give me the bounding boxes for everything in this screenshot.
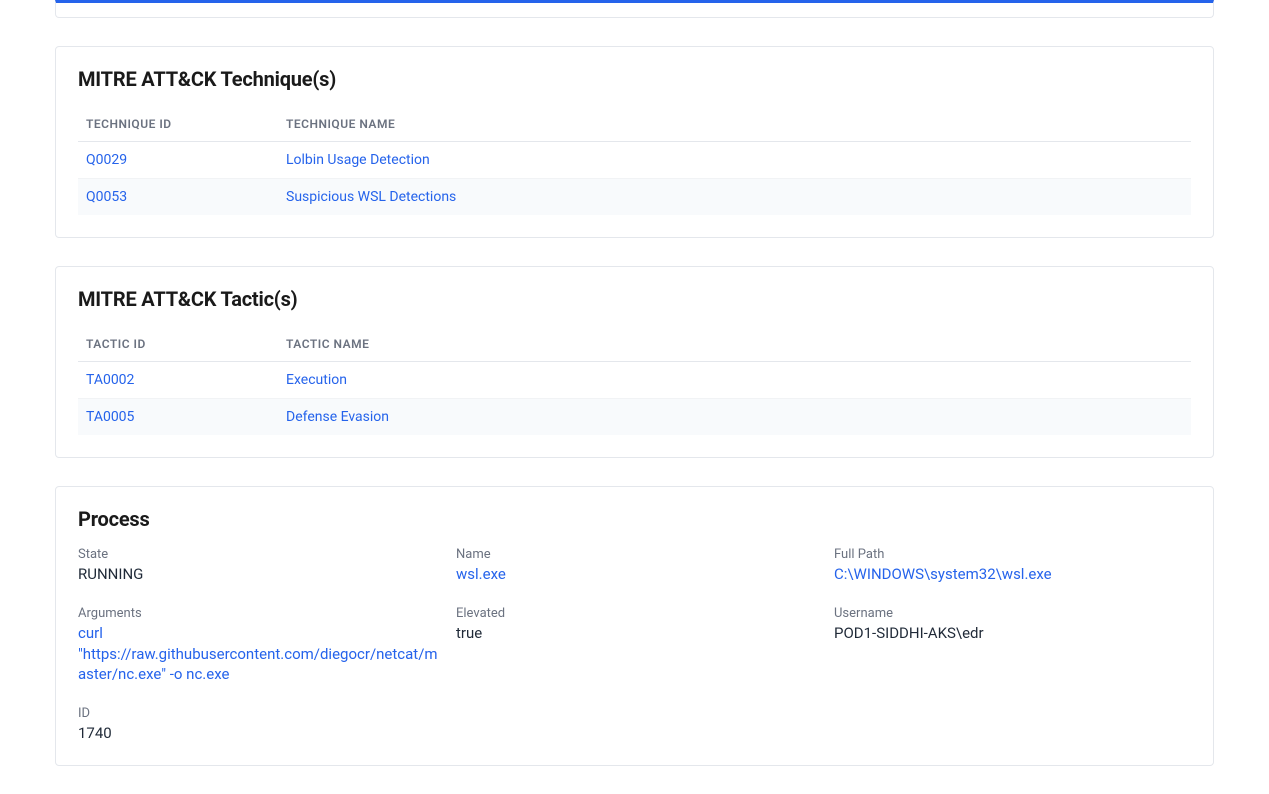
process-state-value: RUNNING [78,564,438,584]
process-fullpath-field: Full Path C:\WINDOWS\system32\wsl.exe [834,547,1191,584]
tactics-col-name: TACTIC NAME [278,327,1191,362]
process-name-field: Name wsl.exe [456,547,816,584]
technique-name-link[interactable]: Suspicious WSL Detections [286,189,456,205]
table-row: Q0053 Suspicious WSL Detections [78,179,1191,216]
techniques-card: MITRE ATT&CK Technique(s) TECHNIQUE ID T… [55,46,1214,238]
process-id-value: 1740 [78,723,438,743]
table-row: TA0002 Execution [78,362,1191,399]
tactic-id-link[interactable]: TA0005 [86,409,134,425]
process-title: Process [78,507,1191,531]
techniques-col-id: TECHNIQUE ID [78,107,278,142]
technique-name-link[interactable]: Lolbin Usage Detection [286,152,430,168]
process-username-value: POD1-SIDDHI-AKS\edr [834,623,1191,643]
tactics-card: MITRE ATT&CK Tactic(s) TACTIC ID TACTIC … [55,266,1214,458]
table-row: Q0029 Lolbin Usage Detection [78,142,1191,179]
technique-id-link[interactable]: Q0053 [86,189,127,205]
process-arguments-value[interactable]: curl "https://raw.githubusercontent.com/… [78,623,438,684]
process-elevated-label: Elevated [456,606,816,621]
process-name-value[interactable]: wsl.exe [456,564,816,584]
tactics-table: TACTIC ID TACTIC NAME TA0002 Execution T… [78,327,1191,435]
process-elevated-value: true [456,623,816,643]
process-id-label: ID [78,706,438,721]
process-username-label: Username [834,606,1191,621]
techniques-table: TECHNIQUE ID TECHNIQUE NAME Q0029 Lolbin… [78,107,1191,215]
process-fullpath-label: Full Path [834,547,1191,562]
tactics-title: MITRE ATT&CK Tactic(s) [78,287,1191,311]
process-arguments-label: Arguments [78,606,438,621]
top-card-sliver [55,0,1214,18]
techniques-title: MITRE ATT&CK Technique(s) [78,67,1191,91]
process-state-label: State [78,547,438,562]
technique-id-link[interactable]: Q0029 [86,152,127,168]
process-name-label: Name [456,547,816,562]
tactic-name-link[interactable]: Defense Evasion [286,409,389,425]
table-row: TA0005 Defense Evasion [78,399,1191,436]
process-card: Process State RUNNING Name wsl.exe Full … [55,486,1214,766]
process-arguments-field: Arguments curl "https://raw.githubuserco… [78,606,438,684]
process-fullpath-value[interactable]: C:\WINDOWS\system32\wsl.exe [834,564,1191,584]
tactic-id-link[interactable]: TA0002 [86,372,134,388]
tactics-col-id: TACTIC ID [78,327,278,362]
process-username-field: Username POD1-SIDDHI-AKS\edr [834,606,1191,684]
process-state-field: State RUNNING [78,547,438,584]
tactic-name-link[interactable]: Execution [286,372,347,388]
process-id-field: ID 1740 [78,706,438,743]
process-elevated-field: Elevated true [456,606,816,684]
techniques-col-name: TECHNIQUE NAME [278,107,1191,142]
